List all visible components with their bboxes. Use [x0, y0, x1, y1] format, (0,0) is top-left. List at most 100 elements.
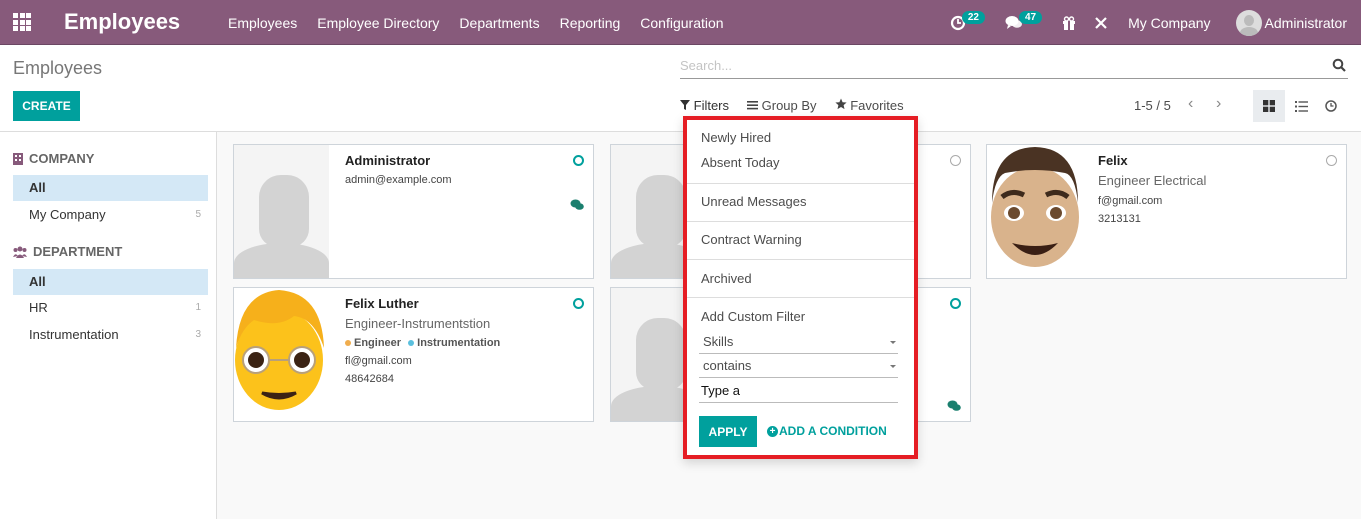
favorites-toggle[interactable]: Favorites	[834, 98, 904, 113]
apps-menu-icon[interactable]	[13, 13, 31, 31]
apply-filter-button[interactable]: APPLY	[699, 416, 757, 447]
systray: 22 47 My Company Administrator	[932, 0, 1347, 45]
employee-email: f@gmail.com	[1098, 195, 1163, 207]
search-options: Filters Group By Favorites	[680, 98, 904, 113]
employee-card[interactable]: Felix Engineer Electrical f@gmail.com 32…	[986, 144, 1347, 279]
filter-newly-hired[interactable]: Newly Hired	[701, 130, 771, 145]
add-condition-label: ADD A CONDITION	[779, 424, 887, 438]
avatar-emoji-icon	[991, 147, 1079, 267]
menu-employees[interactable]: Employees	[228, 15, 297, 31]
groupby-label: Group By	[761, 98, 817, 113]
menu-employee-directory[interactable]: Employee Directory	[317, 15, 439, 31]
caret-down-icon	[890, 341, 896, 344]
employee-name: Administrator	[345, 153, 431, 168]
bars-icon	[747, 101, 759, 110]
user-name: Administrator	[1264, 14, 1347, 31]
star-icon	[834, 98, 847, 110]
tools-icon	[1095, 16, 1107, 29]
activity-view-button[interactable]	[1315, 90, 1347, 122]
item-label: Instrumentation	[29, 327, 119, 342]
employee-email: admin@example.com	[345, 174, 452, 186]
create-button[interactable]: CREATE	[13, 91, 80, 121]
search-bar	[680, 53, 1348, 79]
employee-card[interactable]: Administrator admin@example.com	[233, 144, 594, 279]
filters-dropdown: Newly Hired Absent Today Unread Messages…	[683, 116, 918, 459]
company-filter-all[interactable]: All	[13, 175, 208, 201]
search-input[interactable]	[680, 53, 1320, 77]
item-label: My Company	[29, 207, 106, 222]
item-label: HR	[29, 300, 48, 315]
company-filter-my-company[interactable]: My Company 5	[13, 202, 208, 228]
debug-tools-button[interactable]	[1094, 16, 1108, 30]
filters-label: Filters	[693, 98, 730, 113]
list-icon	[1294, 100, 1308, 112]
gift-button[interactable]	[1062, 15, 1076, 30]
gift-icon	[1063, 15, 1076, 30]
presence-offline-icon	[1326, 155, 1337, 166]
caret-down-icon	[890, 365, 896, 368]
employee-card[interactable]: Felix Luther Engineer-Instrumentstion En…	[233, 287, 594, 422]
company-header-label: COMPANY	[29, 151, 95, 166]
pager-value[interactable]: 1-5 / 5	[1134, 98, 1171, 113]
search-icon[interactable]	[1332, 58, 1346, 72]
tag-label: Engineer	[354, 337, 402, 349]
divider	[687, 259, 914, 260]
filter-contract-warning[interactable]: Contract Warning	[701, 232, 802, 247]
kanban-icon	[1263, 100, 1275, 112]
filter-archived[interactable]: Archived	[701, 271, 752, 286]
searchpanel-sidebar: COMPANY All My Company 5 DEPARTMENT All …	[0, 132, 217, 519]
department-filter-instrumentation[interactable]: Instrumentation 3	[13, 322, 208, 348]
custom-filter-field-select[interactable]: Skills	[699, 332, 898, 354]
filters-toggle[interactable]: Filters	[680, 98, 729, 113]
department-section-header: DEPARTMENT	[13, 244, 122, 259]
tag-color-dot	[345, 340, 351, 347]
menu-reporting[interactable]: Reporting	[560, 15, 621, 31]
user-menu[interactable]: Administrator	[1235, 9, 1347, 36]
department-filter-all[interactable]: All	[13, 269, 208, 295]
pager-next-icon[interactable]: ›	[1216, 95, 1221, 113]
pager-previous-icon[interactable]: ‹	[1188, 95, 1193, 113]
tag-label: Instrumentation	[417, 337, 501, 349]
employee-tags: Engineer Instrumentation	[345, 337, 563, 349]
chat-icon[interactable]	[570, 199, 584, 211]
top-navbar: Employees Employees Employee Directory D…	[0, 0, 1361, 45]
company-switcher[interactable]: My Company	[1128, 15, 1210, 31]
list-view-button[interactable]	[1285, 90, 1317, 122]
divider	[687, 183, 914, 184]
filter-icon	[680, 100, 690, 110]
presence-online-icon	[573, 155, 584, 166]
employee-photo-emoji-glasses	[234, 288, 329, 421]
filter-absent-today[interactable]: Absent Today	[701, 155, 780, 170]
groupby-toggle[interactable]: Group By	[747, 98, 817, 113]
kanban-view-button[interactable]	[1253, 90, 1285, 122]
add-custom-filter-toggle[interactable]: Add Custom Filter	[701, 309, 805, 324]
department-filter-hr[interactable]: HR 1	[13, 295, 208, 321]
activity-button[interactable]: 22	[950, 11, 985, 31]
presence-online-icon	[950, 298, 961, 309]
users-icon	[13, 246, 27, 258]
app-title: Employees	[64, 9, 181, 34]
department-header-label: DEPARTMENT	[33, 244, 123, 259]
breadcrumb: Employees	[13, 58, 103, 78]
employee-photo-placeholder	[234, 145, 329, 278]
employee-phone: 48642684	[345, 373, 394, 385]
custom-filter-operator-select[interactable]: contains	[699, 356, 898, 378]
control-panel: Employees CREATE Filters Group By Favori…	[0, 45, 1361, 132]
employee-job-title: Engineer-Instrumentstion	[345, 316, 491, 331]
custom-filter-value-input[interactable]	[699, 379, 898, 403]
menu-configuration[interactable]: Configuration	[640, 15, 723, 31]
item-count: 3	[195, 329, 201, 340]
operator-select-value: contains	[703, 358, 752, 373]
plus-circle-icon: +	[767, 425, 778, 437]
messages-button[interactable]: 47	[1005, 11, 1043, 30]
activity-badge: 22	[961, 11, 985, 24]
add-condition-button[interactable]: + ADD A CONDITION	[767, 424, 887, 438]
filter-unread-messages[interactable]: Unread Messages	[701, 194, 807, 209]
chat-icon[interactable]	[947, 400, 961, 412]
tag-color-dot	[408, 340, 415, 347]
employee-name: Felix Luther	[345, 296, 419, 311]
field-select-value: Skills	[703, 334, 734, 349]
menu-departments[interactable]: Departments	[459, 15, 539, 31]
avatar-emoji-icon	[235, 290, 324, 410]
clock-icon	[1325, 100, 1337, 112]
